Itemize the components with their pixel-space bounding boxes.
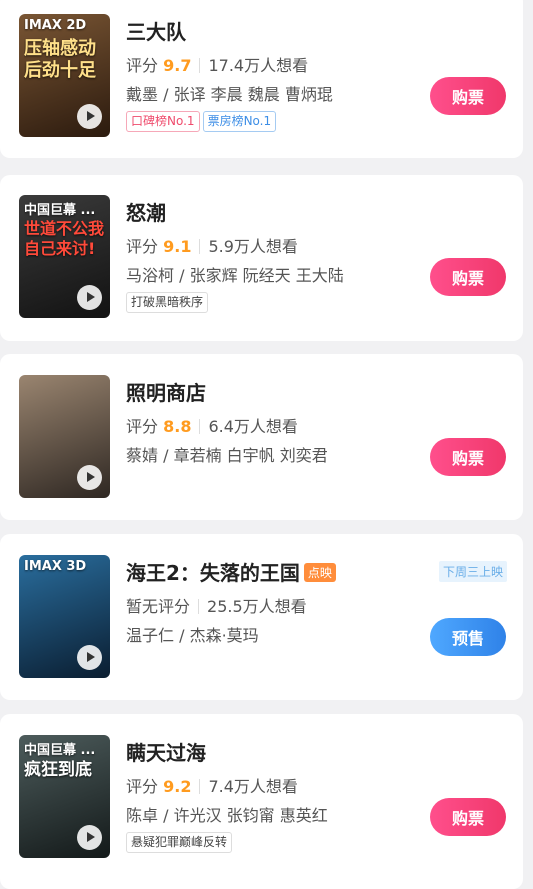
rating-score: 9.2 bbox=[163, 777, 192, 796]
rating-score: 9.7 bbox=[163, 56, 192, 75]
movie-poster[interactable]: IMAX 3D bbox=[19, 555, 110, 678]
rating-score: 8.8 bbox=[163, 417, 192, 436]
divider bbox=[199, 419, 201, 434]
release-date-note: 下周三上映 bbox=[438, 561, 507, 582]
rating-row: 评分 9.2 7.4万人想看 bbox=[126, 773, 298, 797]
buy-ticket-button[interactable]: 购票 bbox=[430, 438, 506, 476]
want-count: 7.4万人想看 bbox=[208, 777, 298, 796]
movie-title[interactable]: 三大队 bbox=[126, 16, 186, 45]
preview-badge: 点映 bbox=[303, 563, 336, 582]
rating-row: 评分 9.7 17.4万人想看 bbox=[126, 52, 308, 76]
movie-title[interactable]: 瞒天过海 bbox=[126, 737, 206, 766]
rating-label: 评分 bbox=[126, 56, 159, 75]
poster-slogan: 疯狂到底 bbox=[24, 760, 92, 780]
movie-cast: 温子仁 / 杰森·莫玛 bbox=[126, 626, 259, 645]
poster-format-label: IMAX 2D bbox=[24, 18, 87, 33]
movie-title-text: 海王2：失落的王国 bbox=[126, 561, 300, 585]
poster-slogan: 世道不公我自己来讨! bbox=[24, 219, 105, 258]
movie-cast: 蔡婧 / 章若楠 白宇帆 刘奕君 bbox=[126, 446, 328, 465]
tag-list: 打破黑暗秩序 bbox=[126, 291, 211, 313]
want-count: 25.5万人想看 bbox=[207, 597, 307, 616]
play-icon[interactable] bbox=[77, 825, 102, 850]
rating-row: 暂无评分 25.5万人想看 bbox=[126, 593, 307, 617]
no-rating-label: 暂无评分 bbox=[126, 597, 191, 616]
poster-format-label: 中国巨幕 ... bbox=[24, 203, 96, 218]
movie-poster[interactable]: IMAX 2D 压轴感动后劲十足 bbox=[19, 14, 110, 137]
divider bbox=[199, 58, 201, 73]
movie-card[interactable]: 中国巨幕 ... 世道不公我自己来讨! 怒潮 评分 9.1 5.9万人想看 马浴柯… bbox=[0, 175, 523, 341]
tag-list: 口碑榜No.1 票房榜No.1 bbox=[126, 110, 279, 132]
movie-cast: 陈卓 / 许光汉 张钧甯 惠英红 bbox=[126, 806, 328, 825]
movie-poster[interactable]: 中国巨幕 ... 疯狂到底 bbox=[19, 735, 110, 858]
divider bbox=[199, 779, 201, 794]
play-icon[interactable] bbox=[77, 104, 102, 129]
movie-cast: 马浴柯 / 张家辉 阮经天 王大陆 bbox=[126, 266, 344, 285]
poster-slogan: 压轴感动后劲十足 bbox=[24, 38, 96, 81]
buy-ticket-button[interactable]: 购票 bbox=[430, 77, 506, 115]
tag-badge: 票房榜No.1 bbox=[202, 111, 277, 132]
play-icon[interactable] bbox=[77, 465, 102, 490]
movie-cast: 戴墨 / 张译 李晨 魏晨 曹炳琨 bbox=[126, 85, 333, 104]
rating-label: 评分 bbox=[126, 417, 159, 436]
buy-ticket-button[interactable]: 购票 bbox=[430, 798, 506, 836]
rating-label: 评分 bbox=[126, 237, 159, 256]
movie-card[interactable]: 中国巨幕 ... 疯狂到底 瞒天过海 评分 9.2 7.4万人想看 陈卓 / 许光… bbox=[0, 714, 523, 889]
want-count: 17.4万人想看 bbox=[208, 56, 309, 75]
tag-list: 悬疑犯罪巅峰反转 bbox=[126, 831, 235, 853]
movie-title[interactable]: 怒潮 bbox=[126, 197, 166, 226]
tag-badge: 口碑榜No.1 bbox=[126, 111, 200, 132]
tag-badge: 打破黑暗秩序 bbox=[126, 292, 209, 313]
play-icon[interactable] bbox=[77, 645, 102, 670]
buy-ticket-button[interactable]: 购票 bbox=[430, 258, 506, 296]
movie-poster[interactable]: 中国巨幕 ... 世道不公我自己来讨! bbox=[19, 195, 110, 318]
rating-row: 评分 9.1 5.9万人想看 bbox=[126, 233, 298, 257]
poster-format-label: 中国巨幕 ... bbox=[24, 743, 96, 758]
divider bbox=[199, 239, 201, 254]
play-icon[interactable] bbox=[77, 285, 102, 310]
want-count: 5.9万人想看 bbox=[208, 237, 298, 256]
presale-button[interactable]: 预售 bbox=[430, 618, 506, 656]
tag-badge: 悬疑犯罪巅峰反转 bbox=[126, 832, 233, 853]
movie-card[interactable]: IMAX 3D 海王2：失落的王国 点映 暂无评分 25.5万人想看 温子仁 / 杰… bbox=[0, 534, 523, 700]
rating-score: 9.1 bbox=[163, 237, 192, 256]
movie-card[interactable]: 照明商店 评分 8.8 6.4万人想看 蔡婧 / 章若楠 白宇帆 刘奕君 购票 bbox=[0, 354, 523, 520]
want-count: 6.4万人想看 bbox=[208, 417, 298, 436]
movie-title[interactable]: 海王2：失落的王国 点映 bbox=[126, 557, 336, 586]
divider bbox=[198, 599, 200, 614]
poster-format-label: IMAX 3D bbox=[24, 559, 87, 574]
movie-card[interactable]: IMAX 2D 压轴感动后劲十足 三大队 评分 9.7 17.4万人想看 戴墨 /… bbox=[0, 0, 523, 158]
movie-title[interactable]: 照明商店 bbox=[126, 377, 206, 406]
rating-row: 评分 8.8 6.4万人想看 bbox=[126, 413, 298, 437]
rating-label: 评分 bbox=[126, 777, 159, 796]
movie-poster[interactable] bbox=[19, 375, 110, 498]
